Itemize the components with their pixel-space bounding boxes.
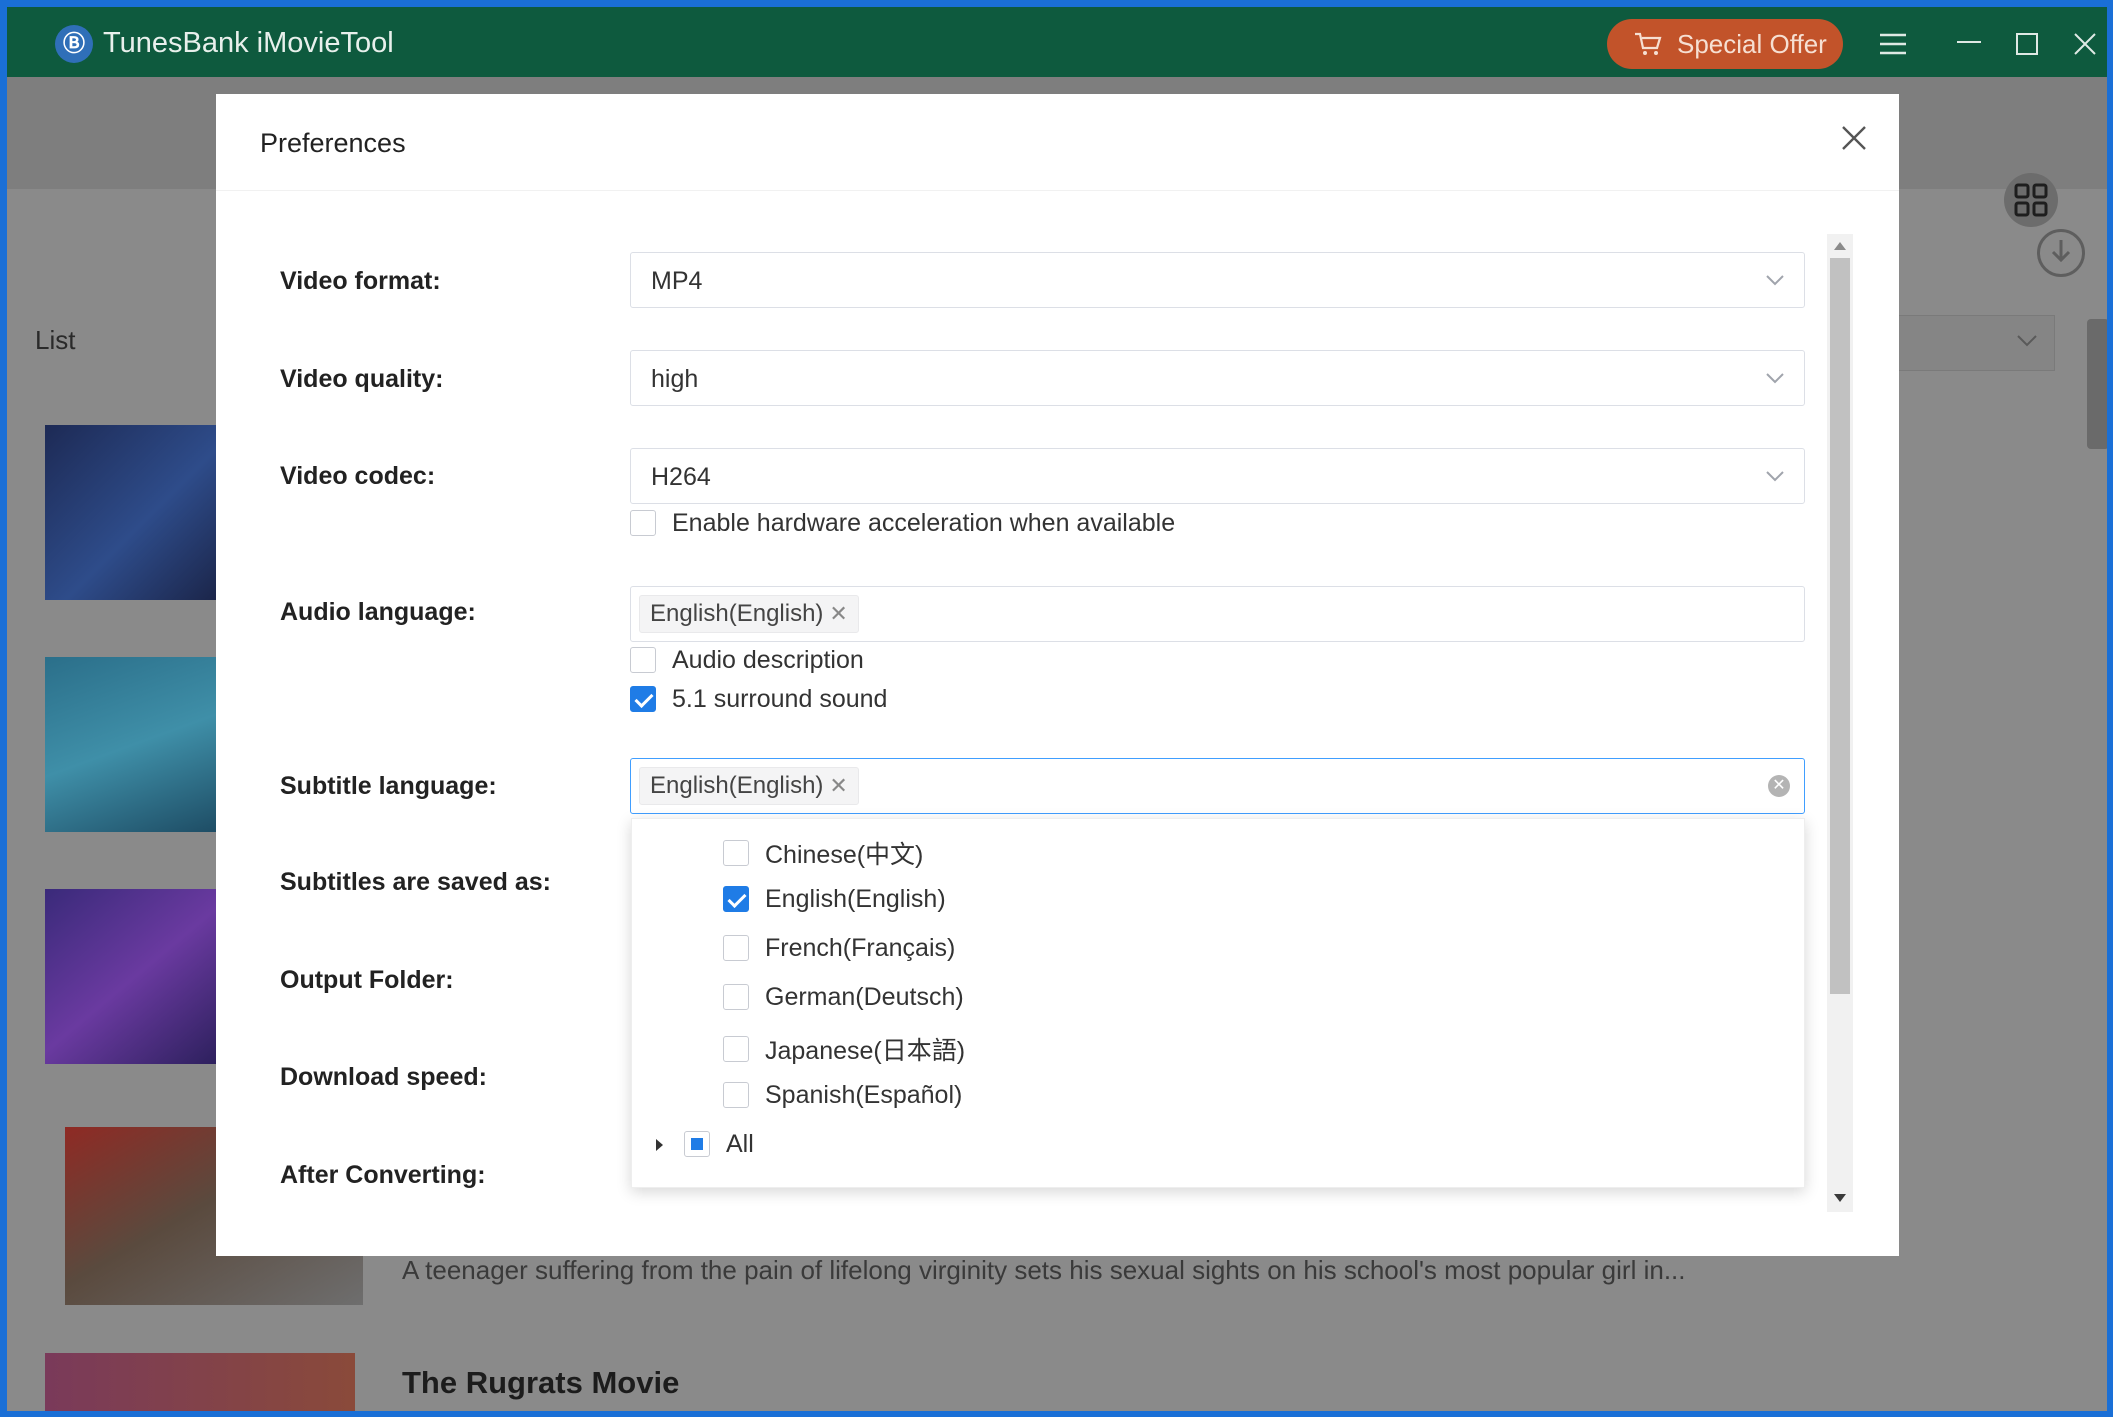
subtitles-saved-as-label: Subtitles are saved as: [280,868,551,896]
option-label: French(Français) [765,933,956,962]
checkbox[interactable] [723,935,749,962]
checkbox-partial[interactable] [684,1131,710,1158]
download-speed-label: Download speed: [280,1063,487,1091]
subtitle-language-label: Subtitle language: [280,772,497,800]
video-format-value: MP4 [651,267,703,295]
output-folder-label: Output Folder: [280,966,454,994]
chevron-down-icon [1766,471,1784,482]
divider [216,190,1899,191]
option-japanese[interactable]: Japanese(日本語) [723,1031,965,1067]
movie-thumbnail[interactable] [45,889,225,1064]
movie-thumbnail[interactable] [45,425,225,600]
grid-view-icon[interactable] [2004,173,2058,227]
audio-description-label: Audio description [672,645,864,674]
option-english[interactable]: English(English) [723,884,946,914]
checkbox[interactable] [630,510,656,537]
option-label: English(English) [765,884,946,913]
hardware-acceleration-label: Enable hardware acceleration when availa… [672,508,1176,537]
checkbox[interactable] [723,984,749,1011]
maximize-icon[interactable] [2007,27,2047,67]
checkbox[interactable] [723,840,749,866]
video-codec-select[interactable]: H264 [630,448,1805,504]
audio-description-checkbox[interactable]: Audio description [630,645,864,675]
checkbox-checked[interactable] [630,686,656,713]
app-logo-icon: Ⓑ [55,25,93,63]
close-icon[interactable] [1834,120,1874,160]
expand-caret-icon[interactable] [656,1139,663,1151]
list-scrollbar[interactable] [2085,297,2107,1397]
movie-description: A teenager suffering from the pain of li… [402,1255,1686,1285]
tag-remove-icon[interactable]: ✕ [829,773,847,798]
close-window-icon[interactable] [2065,27,2105,67]
video-quality-label: Video quality: [280,365,444,393]
option-label: German(Deutsch) [765,982,964,1011]
option-german[interactable]: German(Deutsch) [723,982,964,1012]
tag-label: English(English) [650,600,824,627]
video-format-label: Video format: [280,267,441,295]
video-codec-label: Video codec: [280,462,436,490]
download-icon[interactable] [2037,229,2085,277]
movie-thumbnail[interactable] [45,1353,355,1411]
audio-language-select[interactable]: English(English) ✕ [630,586,1805,642]
option-label: Japanese(日本語) [765,1037,966,1065]
video-quality-select[interactable]: high [630,350,1805,406]
dialog-title: Preferences [260,128,406,158]
option-label: All [726,1129,754,1158]
chevron-down-icon [1766,373,1784,384]
checkbox[interactable] [630,647,656,674]
cart-icon [1635,32,1662,55]
video-codec-value: H264 [651,463,711,491]
option-all[interactable]: All [684,1129,754,1159]
audio-language-tag: English(English) ✕ [639,595,859,633]
chevron-down-icon [1766,275,1784,286]
subtitle-language-select[interactable]: English(English) ✕ ✕ [630,758,1805,814]
menu-icon[interactable] [1873,27,1913,67]
after-converting-label: After Converting: [280,1161,486,1189]
special-offer-button[interactable]: Special Offer [1607,19,1843,69]
list-label: List [35,325,76,355]
list-scrollbar-thumb[interactable] [2087,319,2107,449]
option-label: Chinese(中文) [765,841,924,869]
movie-title: The Rugrats Movie [402,1365,680,1400]
subtitle-language-tag: English(English) ✕ [639,767,859,805]
movie-thumbnail[interactable] [45,657,225,832]
title-bar: Ⓑ TunesBank iMovieTool Special Offer [7,7,2107,77]
video-quality-value: high [651,365,699,393]
surround-sound-label: 5.1 surround sound [672,684,888,713]
scroll-down-icon[interactable] [1834,1194,1846,1202]
special-offer-label: Special Offer [1677,29,1827,59]
option-french[interactable]: French(Français) [723,933,955,963]
subtitle-language-dropdown: Chinese(中文) English(English) French(Fran… [631,818,1805,1188]
app-title: TunesBank iMovieTool [103,27,394,59]
tag-remove-icon[interactable]: ✕ [829,601,847,626]
checkbox[interactable] [723,1036,749,1062]
scroll-up-icon[interactable] [1834,242,1846,250]
preferences-dialog: Preferences Video format: MP4 Video qual… [216,94,1899,1256]
checkbox[interactable] [723,1082,749,1109]
hardware-acceleration-checkbox[interactable]: Enable hardware acceleration when availa… [630,508,1175,538]
option-label: Spanish(Español) [765,1080,963,1109]
checkbox-checked[interactable] [723,886,749,913]
video-format-select[interactable]: MP4 [630,252,1805,308]
audio-language-label: Audio language: [280,598,476,626]
minimize-icon[interactable] [1949,27,1989,67]
clear-icon[interactable]: ✕ [1768,775,1790,797]
dialog-scrollbar-thumb[interactable] [1830,258,1850,994]
option-chinese[interactable]: Chinese(中文) [723,835,923,871]
tag-label: English(English) [650,772,824,799]
option-spanish[interactable]: Spanish(Español) [723,1080,962,1110]
background-select[interactable] [1897,315,2055,371]
surround-sound-checkbox[interactable]: 5.1 surround sound [630,684,887,714]
